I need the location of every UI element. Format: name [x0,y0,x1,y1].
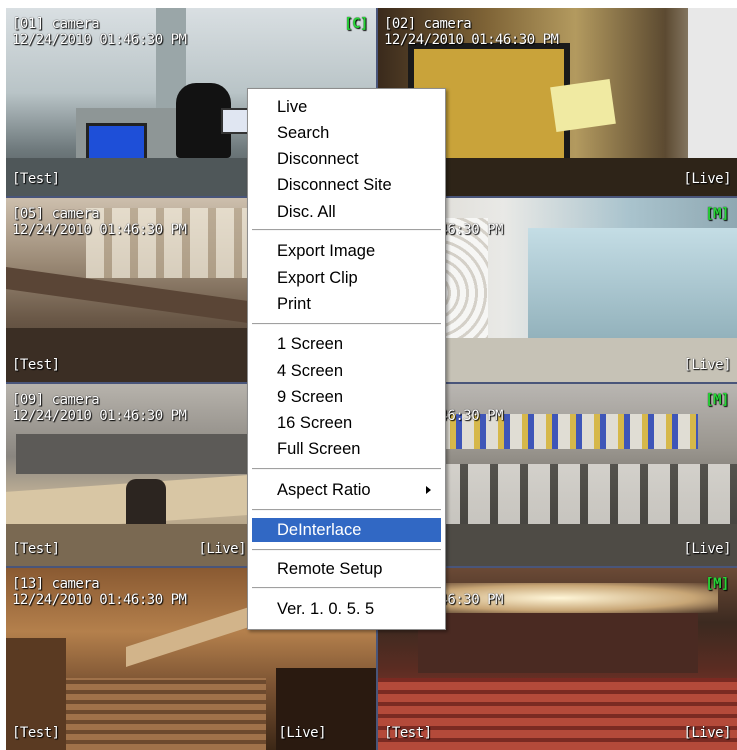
menu-separator [252,549,441,551]
menu-item-4-screen[interactable]: 4 Screen [252,359,441,383]
camera-name: [13] camera [12,576,100,592]
menu-item-search[interactable]: Search [252,121,441,145]
menu-item-disc-all[interactable]: Disc. All [252,200,441,224]
menu-item-export-clip[interactable]: Export Clip [252,266,441,290]
camera-timestamp: 12/24/2010 01:46:30 PM [12,408,187,424]
camera-name: [09] camera [12,392,100,408]
menu-item-print[interactable]: Print [252,292,441,316]
record-mode-badge: [M] [705,392,729,408]
menu-separator [252,229,441,231]
menu-separator [252,509,441,511]
menu-item-deinterlace[interactable]: DeInterlace [252,518,441,542]
record-mode-badge: [M] [705,206,729,222]
camera-name: [02] camera [384,16,472,32]
camera-timestamp: 12/24/2010 01:46:30 PM [12,592,187,608]
menu-separator [252,587,441,589]
live-label: [Live] [683,541,731,557]
camera-name: [05] camera [12,206,100,222]
camera-timestamp: 12/24/2010 01:46:30 PM [12,222,187,238]
site-label: [Test] [384,725,432,741]
menu-item-disconnect-site[interactable]: Disconnect Site [252,173,441,197]
menu-item-16-screen[interactable]: 16 Screen [252,411,441,435]
site-label: [Test] [12,725,60,741]
site-label: [Test] [12,171,60,187]
live-label: [Live] [683,171,731,187]
camera-timestamp: 12/24/2010 01:46:30 PM [384,32,559,48]
camera-name: [01] camera [12,16,100,32]
menu-item-aspect-ratio[interactable]: Aspect Ratio [252,478,441,502]
live-label: [Live] [683,725,731,741]
record-mode-badge: [M] [705,576,729,592]
menu-item-1-screen[interactable]: 1 Screen [252,332,441,356]
menu-item-disconnect[interactable]: Disconnect [252,147,441,171]
site-label: [Test] [12,541,60,557]
submenu-arrow-icon [426,486,431,494]
record-mode-badge: [C] [344,16,368,32]
site-label: [Test] [12,357,60,373]
context-menu: Live Search Disconnect Disconnect Site D… [247,88,446,630]
menu-item-export-image[interactable]: Export Image [252,239,441,263]
live-label: [Live] [278,725,326,741]
menu-item-remote-setup[interactable]: Remote Setup [252,557,441,581]
live-label: [Live] [198,541,246,557]
menu-item-9-screen[interactable]: 9 Screen [252,385,441,409]
camera-timestamp: 12/24/2010 01:46:30 PM [12,32,187,48]
menu-item-version[interactable]: Ver. 1. 0. 5. 5 [252,597,441,621]
menu-separator [252,468,441,470]
menu-item-live[interactable]: Live [252,95,441,119]
menu-item-label: Aspect Ratio [277,481,371,499]
menu-separator [252,323,441,325]
live-label: [Live] [683,357,731,373]
menu-item-full-screen[interactable]: Full Screen [252,437,441,461]
